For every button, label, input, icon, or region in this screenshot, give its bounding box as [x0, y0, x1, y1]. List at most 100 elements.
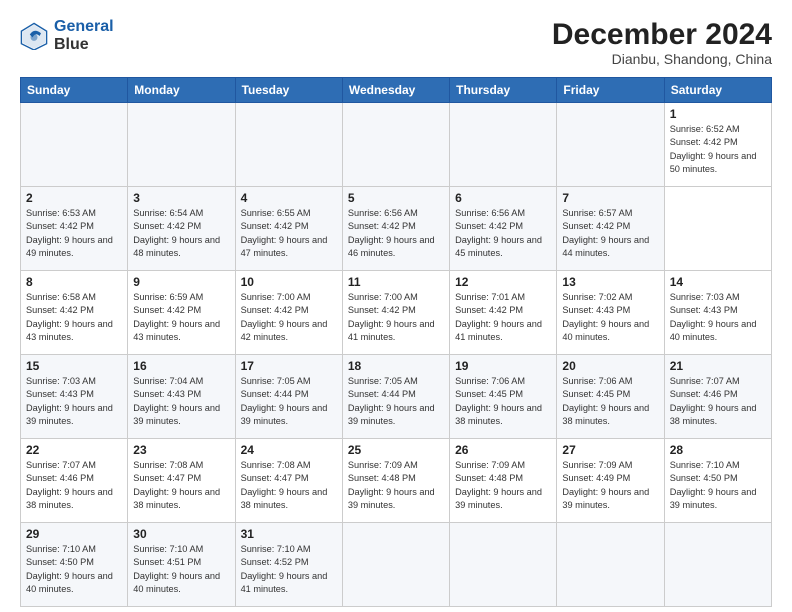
day-number: 20 — [562, 359, 658, 373]
calendar-day-26: 26 Sunrise: 7:09 AMSunset: 4:48 PMDayligh… — [450, 439, 557, 523]
title-block: December 2024 Dianbu, Shandong, China — [552, 18, 772, 67]
day-number: 2 — [26, 191, 122, 205]
day-info: Sunrise: 6:55 AMSunset: 4:42 PMDaylight:… — [241, 207, 337, 260]
day-number: 23 — [133, 443, 229, 457]
calendar-empty-cell — [664, 523, 771, 607]
day-number: 3 — [133, 191, 229, 205]
calendar-day-8: 8 Sunrise: 6:58 AMSunset: 4:42 PMDaylight… — [21, 271, 128, 355]
calendar-day-2: 2 Sunrise: 6:53 AMSunset: 4:42 PMDaylight… — [21, 187, 128, 271]
day-info: Sunrise: 7:07 AMSunset: 4:46 PMDaylight:… — [26, 459, 122, 512]
day-info: Sunrise: 7:00 AMSunset: 4:42 PMDaylight:… — [241, 291, 337, 344]
calendar-day-4: 4 Sunrise: 6:55 AMSunset: 4:42 PMDaylight… — [235, 187, 342, 271]
day-number: 1 — [670, 107, 766, 121]
calendar-empty-cell — [557, 523, 664, 607]
calendar-day-5: 5Sunrise: 6:56 AMSunset: 4:42 PMDaylight… — [342, 187, 449, 271]
calendar-day-29: 29 Sunrise: 7:10 AMSunset: 4:50 PMDayligh… — [21, 523, 128, 607]
calendar-day-30: 30 Sunrise: 7:10 AMSunset: 4:51 PMDayligh… — [128, 523, 235, 607]
day-number: 26 — [455, 443, 551, 457]
day-number: 13 — [562, 275, 658, 289]
day-info: Sunrise: 7:07 AMSunset: 4:46 PMDaylight:… — [670, 375, 766, 428]
day-info: Sunrise: 7:06 AMSunset: 4:45 PMDaylight:… — [455, 375, 551, 428]
calendar-day-14: 14 Sunrise: 7:03 AMSunset: 4:43 PMDayligh… — [664, 271, 771, 355]
calendar-day-7: 7 Sunrise: 6:57 AMSunset: 4:42 PMDaylight… — [557, 187, 664, 271]
day-info: Sunrise: 7:03 AMSunset: 4:43 PMDaylight:… — [26, 375, 122, 428]
day-number: 30 — [133, 527, 229, 541]
day-number: 10 — [241, 275, 337, 289]
calendar-empty-cell — [450, 103, 557, 187]
day-info: Sunrise: 7:10 AMSunset: 4:50 PMDaylight:… — [26, 543, 122, 596]
day-info: Sunrise: 6:58 AMSunset: 4:42 PMDaylight:… — [26, 291, 122, 344]
day-number: 19 — [455, 359, 551, 373]
calendar-day-9: 9Sunrise: 6:59 AMSunset: 4:42 PMDaylight… — [128, 271, 235, 355]
calendar-day-24: 24 Sunrise: 7:08 AMSunset: 4:47 PMDayligh… — [235, 439, 342, 523]
day-number: 15 — [26, 359, 122, 373]
calendar-table: SundayMondayTuesdayWednesdayThursdayFrid… — [20, 77, 772, 607]
day-info: Sunrise: 7:09 AMSunset: 4:48 PMDaylight:… — [348, 459, 444, 512]
calendar-day-19: 19 Sunrise: 7:06 AMSunset: 4:45 PMDayligh… — [450, 355, 557, 439]
calendar-day-31: 31Sunrise: 7:10 AMSunset: 4:52 PMDayligh… — [235, 523, 342, 607]
day-info: Sunrise: 7:04 AMSunset: 4:43 PMDaylight:… — [133, 375, 229, 428]
day-info: Sunrise: 7:03 AMSunset: 4:43 PMDaylight:… — [670, 291, 766, 344]
calendar-day-13: 13Sunrise: 7:02 AMSunset: 4:43 PMDayligh… — [557, 271, 664, 355]
header: General Blue December 2024 Dianbu, Shand… — [20, 18, 772, 67]
calendar-week-4: 15 Sunrise: 7:03 AMSunset: 4:43 PMDayligh… — [21, 355, 772, 439]
calendar-day-16: 16Sunrise: 7:04 AMSunset: 4:43 PMDayligh… — [128, 355, 235, 439]
day-info: Sunrise: 6:57 AMSunset: 4:42 PMDaylight:… — [562, 207, 658, 260]
calendar-empty-cell — [21, 103, 128, 187]
logo-line1: General — [54, 18, 114, 35]
day-info: Sunrise: 7:09 AMSunset: 4:48 PMDaylight:… — [455, 459, 551, 512]
day-info: Sunrise: 7:08 AMSunset: 4:47 PMDaylight:… — [241, 459, 337, 512]
calendar-day-3: 3 Sunrise: 6:54 AMSunset: 4:42 PMDaylight… — [128, 187, 235, 271]
day-info: Sunrise: 7:10 AMSunset: 4:51 PMDaylight:… — [133, 543, 229, 596]
calendar-day-18: 18Sunrise: 7:05 AMSunset: 4:44 PMDayligh… — [342, 355, 449, 439]
day-number: 31 — [241, 527, 337, 541]
day-number: 7 — [562, 191, 658, 205]
day-info: Sunrise: 7:01 AMSunset: 4:42 PMDaylight:… — [455, 291, 551, 344]
calendar-empty-cell — [450, 523, 557, 607]
calendar-week-3: 8 Sunrise: 6:58 AMSunset: 4:42 PMDaylight… — [21, 271, 772, 355]
calendar-empty-cell — [235, 103, 342, 187]
calendar-header-saturday: Saturday — [664, 78, 771, 103]
calendar-day-11: 11Sunrise: 7:00 AMSunset: 4:42 PMDayligh… — [342, 271, 449, 355]
calendar-header-monday: Monday — [128, 78, 235, 103]
logo-text: General Blue — [54, 18, 114, 53]
day-number: 4 — [241, 191, 337, 205]
logo: General Blue — [20, 18, 114, 53]
calendar-header-sunday: Sunday — [21, 78, 128, 103]
day-info: Sunrise: 6:53 AMSunset: 4:42 PMDaylight:… — [26, 207, 122, 260]
day-number: 27 — [562, 443, 658, 457]
day-number: 17 — [241, 359, 337, 373]
calendar-day-12: 12Sunrise: 7:01 AMSunset: 4:42 PMDayligh… — [450, 271, 557, 355]
calendar-empty-cell — [557, 103, 664, 187]
day-info: Sunrise: 7:08 AMSunset: 4:47 PMDaylight:… — [133, 459, 229, 512]
day-info: Sunrise: 7:00 AMSunset: 4:42 PMDaylight:… — [348, 291, 444, 344]
calendar-empty-cell — [342, 523, 449, 607]
day-info: Sunrise: 6:52 AMSunset: 4:42 PMDaylight:… — [670, 123, 766, 176]
calendar-header-tuesday: Tuesday — [235, 78, 342, 103]
calendar-week-2: 2 Sunrise: 6:53 AMSunset: 4:42 PMDaylight… — [21, 187, 772, 271]
calendar-empty-cell — [342, 103, 449, 187]
day-number: 21 — [670, 359, 766, 373]
day-info: Sunrise: 6:54 AMSunset: 4:42 PMDaylight:… — [133, 207, 229, 260]
calendar-day-15: 15 Sunrise: 7:03 AMSunset: 4:43 PMDayligh… — [21, 355, 128, 439]
calendar-day-17: 17 Sunrise: 7:05 AMSunset: 4:44 PMDayligh… — [235, 355, 342, 439]
calendar-day-21: 21 Sunrise: 7:07 AMSunset: 4:46 PMDayligh… — [664, 355, 771, 439]
day-number: 28 — [670, 443, 766, 457]
calendar-day-6: 6Sunrise: 6:56 AMSunset: 4:42 PMDaylight… — [450, 187, 557, 271]
day-info: Sunrise: 6:56 AMSunset: 4:42 PMDaylight:… — [455, 207, 551, 260]
day-number: 24 — [241, 443, 337, 457]
day-number: 14 — [670, 275, 766, 289]
calendar-day-22: 22 Sunrise: 7:07 AMSunset: 4:46 PMDayligh… — [21, 439, 128, 523]
day-number: 25 — [348, 443, 444, 457]
main-title: December 2024 — [552, 18, 772, 51]
calendar-day-10: 10 Sunrise: 7:00 AMSunset: 4:42 PMDayligh… — [235, 271, 342, 355]
day-number: 8 — [26, 275, 122, 289]
day-number: 29 — [26, 527, 122, 541]
day-info: Sunrise: 7:06 AMSunset: 4:45 PMDaylight:… — [562, 375, 658, 428]
logo-icon — [20, 22, 48, 50]
calendar-day-27: 27Sunrise: 7:09 AMSunset: 4:49 PMDayligh… — [557, 439, 664, 523]
subtitle: Dianbu, Shandong, China — [552, 51, 772, 67]
day-number: 22 — [26, 443, 122, 457]
calendar-header-friday: Friday — [557, 78, 664, 103]
day-info: Sunrise: 7:05 AMSunset: 4:44 PMDaylight:… — [241, 375, 337, 428]
